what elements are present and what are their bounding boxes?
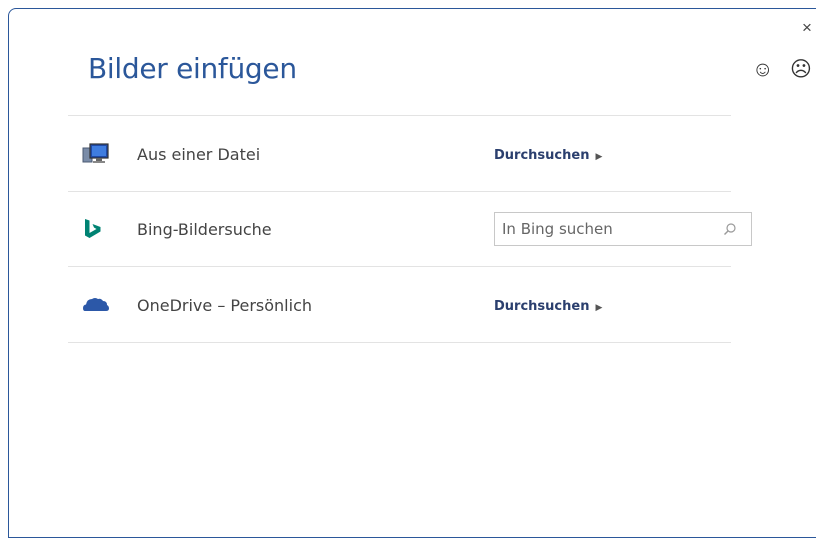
chevron-right-icon: ▶ <box>595 303 603 313</box>
close-icon[interactable]: × <box>798 18 816 38</box>
divider <box>68 342 731 343</box>
frown-feedback-icon[interactable]: ☹ <box>790 58 812 82</box>
bing-search-label: Bing-Bildersuche <box>137 220 272 239</box>
from-file-label: Aus einer Datei <box>137 145 261 164</box>
browse-label: Durchsuchen <box>494 299 590 314</box>
chevron-right-icon: ▶ <box>595 152 603 162</box>
bing-search-box <box>494 212 752 246</box>
dialog-title: Bilder einfügen <box>88 52 297 85</box>
file-browse-button[interactable]: Durchsuchen ▶ <box>494 148 602 163</box>
divider <box>68 115 731 116</box>
divider <box>68 191 731 192</box>
onedrive-browse-button[interactable]: Durchsuchen ▶ <box>494 299 602 314</box>
search-icon[interactable] <box>723 222 737 236</box>
bing-logo-icon <box>82 218 110 242</box>
divider <box>68 266 731 267</box>
onedrive-label: OneDrive – Persönlich <box>137 296 312 315</box>
bing-search-input[interactable] <box>495 213 722 245</box>
browse-label: Durchsuchen <box>494 148 590 163</box>
onedrive-cloud-icon <box>82 293 110 317</box>
smile-feedback-icon[interactable]: ☺ <box>752 58 773 82</box>
computer-file-icon <box>82 142 110 166</box>
insert-pictures-dialog <box>8 8 816 538</box>
